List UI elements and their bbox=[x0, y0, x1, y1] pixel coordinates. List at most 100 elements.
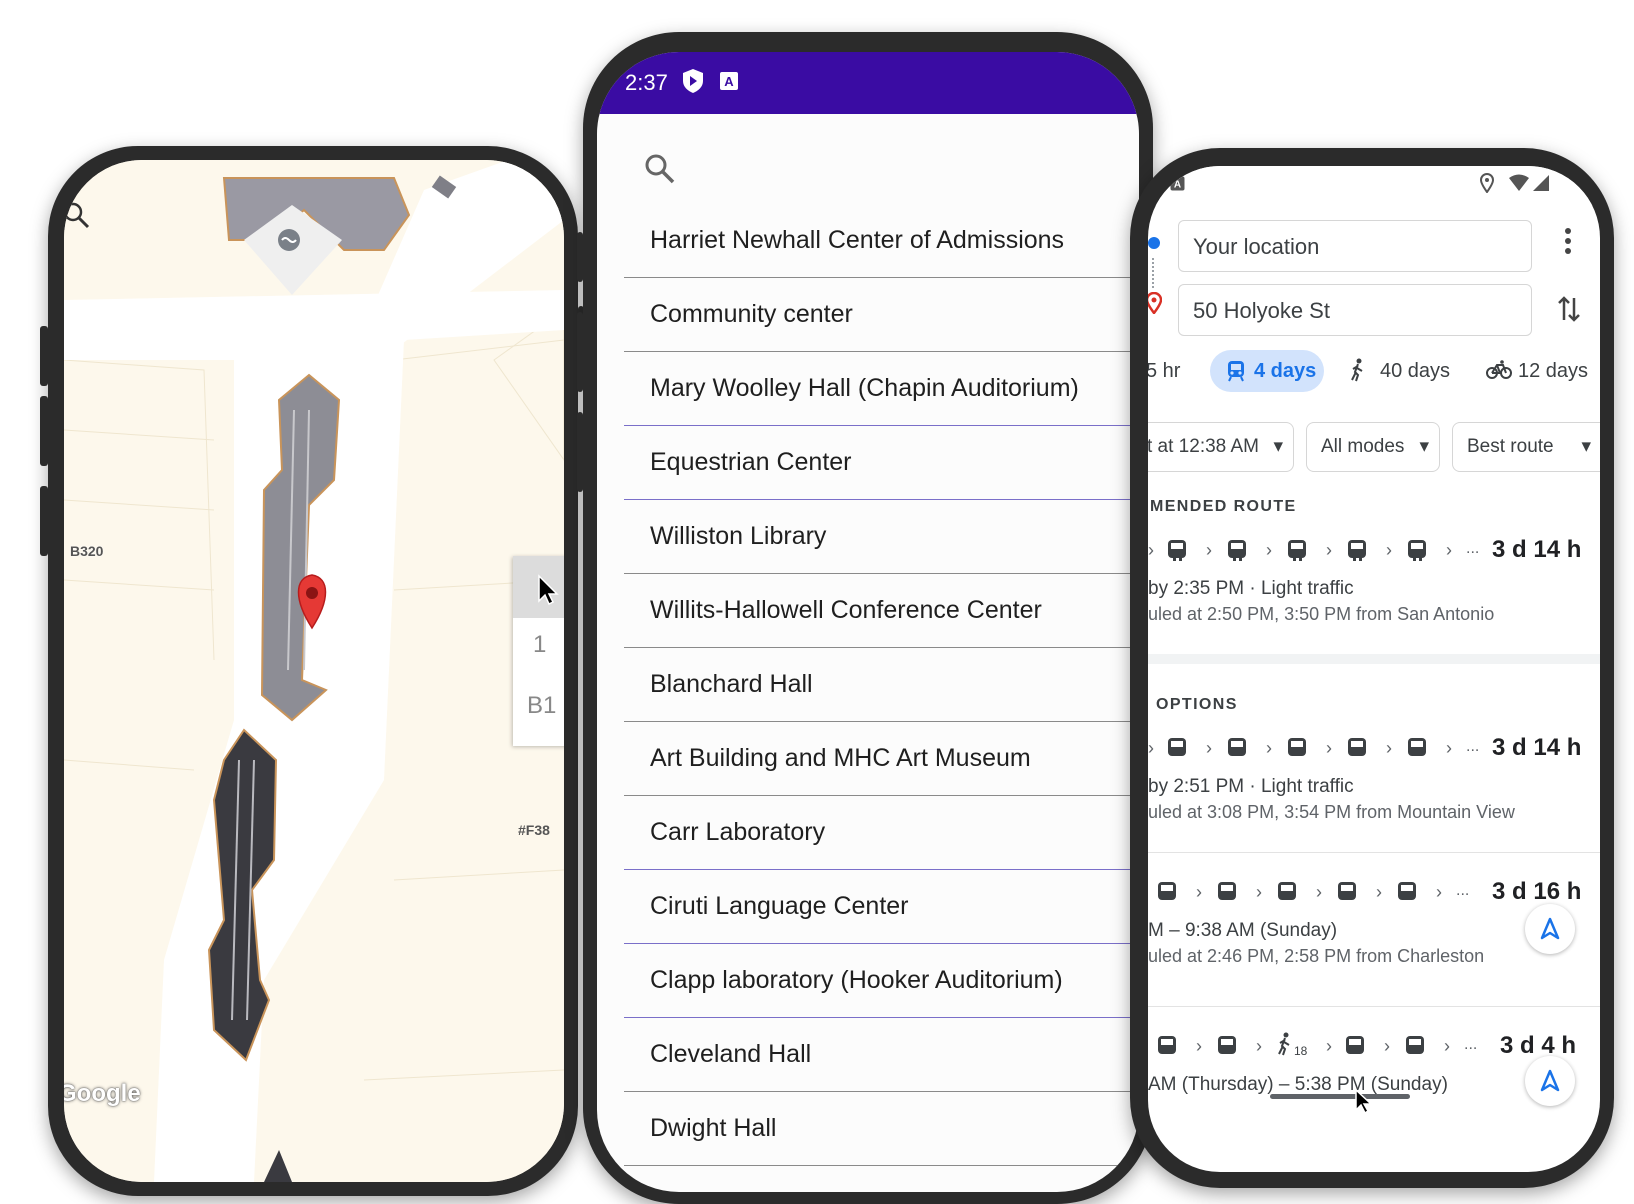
bike-icon bbox=[1486, 360, 1512, 385]
route-arrival: by 2:35 PM · Light traffic bbox=[1148, 578, 1354, 599]
list-item[interactable]: Carr Laboratory bbox=[624, 794, 1139, 870]
tab-transit[interactable]: 4 days bbox=[1210, 350, 1324, 392]
search-icon[interactable] bbox=[643, 152, 677, 186]
list-item[interactable]: Williston Library bbox=[624, 498, 1139, 574]
svg-text:›: › bbox=[1206, 540, 1212, 560]
list-item[interactable]: Art Building and MHC Art Museum bbox=[624, 720, 1139, 796]
origin-dot-icon bbox=[1148, 234, 1163, 257]
a-box-icon: A bbox=[1170, 176, 1185, 196]
svg-text:›: › bbox=[1384, 1036, 1390, 1056]
route-card[interactable]: › › › › › › ... 3 d 14 h bbox=[1148, 530, 1600, 570]
route-schedule: uled at 3:08 PM, 3:54 PM from Mountain V… bbox=[1148, 802, 1515, 822]
route-duration: 3 d 14 h bbox=[1492, 536, 1582, 563]
svg-text:›: › bbox=[1326, 540, 1332, 560]
bus-icon bbox=[1406, 1036, 1424, 1054]
route-card[interactable]: › › › › › › ... 3 d 14 h bbox=[1148, 728, 1600, 768]
directions-screen: A Your location 50 Holyoke St 5 hr 4 day… bbox=[1148, 166, 1600, 1172]
list-item[interactable]: Dwight Hall bbox=[624, 1090, 1139, 1166]
list-item[interactable]: Mary Woolley Hall (Chapin Auditorium) bbox=[624, 350, 1139, 426]
svg-text:›: › bbox=[1376, 882, 1382, 902]
svg-text:›: › bbox=[1446, 540, 1452, 560]
list-item[interactable]: Harriet Newhall Center of Admissions bbox=[624, 202, 1139, 278]
phone-button bbox=[577, 312, 583, 392]
list-item[interactable]: Cleveland Hall bbox=[624, 1016, 1139, 1092]
phone-button bbox=[40, 486, 48, 556]
bus-icon bbox=[1168, 540, 1186, 561]
phone-directions: A Your location 50 Holyoke St 5 hr 4 day… bbox=[1130, 148, 1614, 1188]
status-bar: 2:37 A bbox=[597, 52, 1139, 114]
navigate-button[interactable] bbox=[1525, 1056, 1575, 1106]
status-bar: A bbox=[1148, 166, 1600, 206]
bus-icon bbox=[1218, 882, 1236, 900]
route-preference-dropdown[interactable]: Best route ▾ bbox=[1452, 422, 1600, 472]
map-view[interactable]: B320 #F38 1 B1 Google bbox=[64, 160, 564, 1182]
svg-text:›: › bbox=[1266, 540, 1272, 560]
svg-text:›: › bbox=[1326, 738, 1332, 758]
map-canvas[interactable] bbox=[64, 160, 564, 1182]
swap-icon[interactable] bbox=[1556, 294, 1582, 329]
svg-text:›: › bbox=[1326, 1036, 1332, 1056]
transit-icon bbox=[1226, 360, 1246, 387]
other-options-title: OPTIONS bbox=[1156, 696, 1238, 713]
svg-text:›: › bbox=[1386, 540, 1392, 560]
floor-option[interactable]: B1 bbox=[527, 692, 556, 720]
bus-icon bbox=[1218, 1036, 1236, 1054]
bus-icon bbox=[1278, 882, 1296, 900]
phone-button bbox=[40, 396, 48, 466]
google-watermark: Google bbox=[64, 1080, 141, 1107]
phone-map: B320 #F38 1 B1 Google bbox=[40, 146, 584, 1196]
list-item[interactable]: Equestrian Center bbox=[624, 424, 1139, 500]
phone-button bbox=[40, 326, 48, 386]
route-duration: 3 d 16 h bbox=[1492, 878, 1582, 905]
phone-button bbox=[577, 412, 583, 492]
svg-text:›: › bbox=[1436, 882, 1442, 902]
route-arrival: AM (Thursday) – 5:38 PM (Sunday) bbox=[1148, 1074, 1448, 1095]
more-steps-ellipsis: ... bbox=[1466, 540, 1480, 557]
chevron-down-icon: ▾ bbox=[1581, 436, 1591, 457]
tab-walk[interactable]: 40 days bbox=[1380, 360, 1450, 383]
cursor-icon bbox=[538, 574, 559, 606]
list-item[interactable]: Blanchard Hall bbox=[624, 646, 1139, 722]
origin-field[interactable]: Your location bbox=[1178, 220, 1532, 272]
more-steps-ellipsis: ... bbox=[1464, 1036, 1478, 1053]
more-options-icon[interactable] bbox=[1564, 226, 1572, 261]
svg-text:›: › bbox=[1386, 738, 1392, 758]
bus-icon bbox=[1348, 738, 1366, 756]
svg-text:›: › bbox=[1266, 738, 1272, 758]
svg-text:›: › bbox=[1446, 738, 1452, 758]
route-steps: › › › › › › bbox=[1148, 540, 1452, 561]
more-steps-ellipsis: ... bbox=[1456, 882, 1470, 899]
navigate-button[interactable] bbox=[1525, 904, 1575, 954]
floor-option[interactable]: 1 bbox=[533, 631, 546, 659]
tab-drive[interactable]: 5 hr bbox=[1148, 360, 1180, 383]
bus-icon bbox=[1288, 738, 1306, 756]
list-item[interactable]: Ciruti Language Center bbox=[624, 868, 1139, 944]
route-preference-label: Best route bbox=[1467, 436, 1554, 457]
svg-text:›: › bbox=[1206, 738, 1212, 758]
depart-time-dropdown[interactable]: t at 12:38 AM ▾ bbox=[1148, 422, 1294, 472]
status-time: 2:37 bbox=[625, 70, 668, 95]
route-duration: 3 d 14 h bbox=[1492, 734, 1582, 761]
destination-field[interactable]: 50 Holyoke St bbox=[1178, 284, 1532, 336]
list-item[interactable]: Community center bbox=[624, 276, 1139, 352]
recommended-route-title: MENDED ROUTE bbox=[1150, 498, 1297, 515]
svg-text:›: › bbox=[1148, 738, 1154, 758]
more-steps-ellipsis: ... bbox=[1466, 738, 1480, 755]
phone-list: 2:37 A Harriet Newhall Center of Admissi… bbox=[577, 32, 1153, 1204]
home-indicator[interactable] bbox=[1270, 1094, 1410, 1099]
list-item[interactable]: Willits-Hallowell Conference Center bbox=[624, 572, 1139, 648]
list-screen: 2:37 A Harriet Newhall Center of Admissi… bbox=[597, 52, 1139, 1192]
bus-icon bbox=[1398, 882, 1416, 900]
modes-dropdown[interactable]: All modes ▾ bbox=[1306, 422, 1440, 472]
walk-icon bbox=[1348, 358, 1368, 387]
room-label: B320 bbox=[70, 543, 104, 559]
svg-text:›: › bbox=[1256, 882, 1262, 902]
floor-selector-current[interactable] bbox=[513, 556, 564, 618]
route-steps: › › › › › bbox=[1158, 882, 1442, 902]
navigation-arrow-icon bbox=[1540, 1069, 1560, 1092]
floor-selector[interactable]: 1 B1 bbox=[513, 556, 564, 746]
svg-text:›: › bbox=[1316, 882, 1322, 902]
search-icon[interactable] bbox=[64, 202, 94, 232]
list-item[interactable]: Clapp laboratory (Hooker Auditorium) bbox=[624, 942, 1139, 1018]
tab-bike[interactable]: 12 days bbox=[1518, 360, 1588, 383]
